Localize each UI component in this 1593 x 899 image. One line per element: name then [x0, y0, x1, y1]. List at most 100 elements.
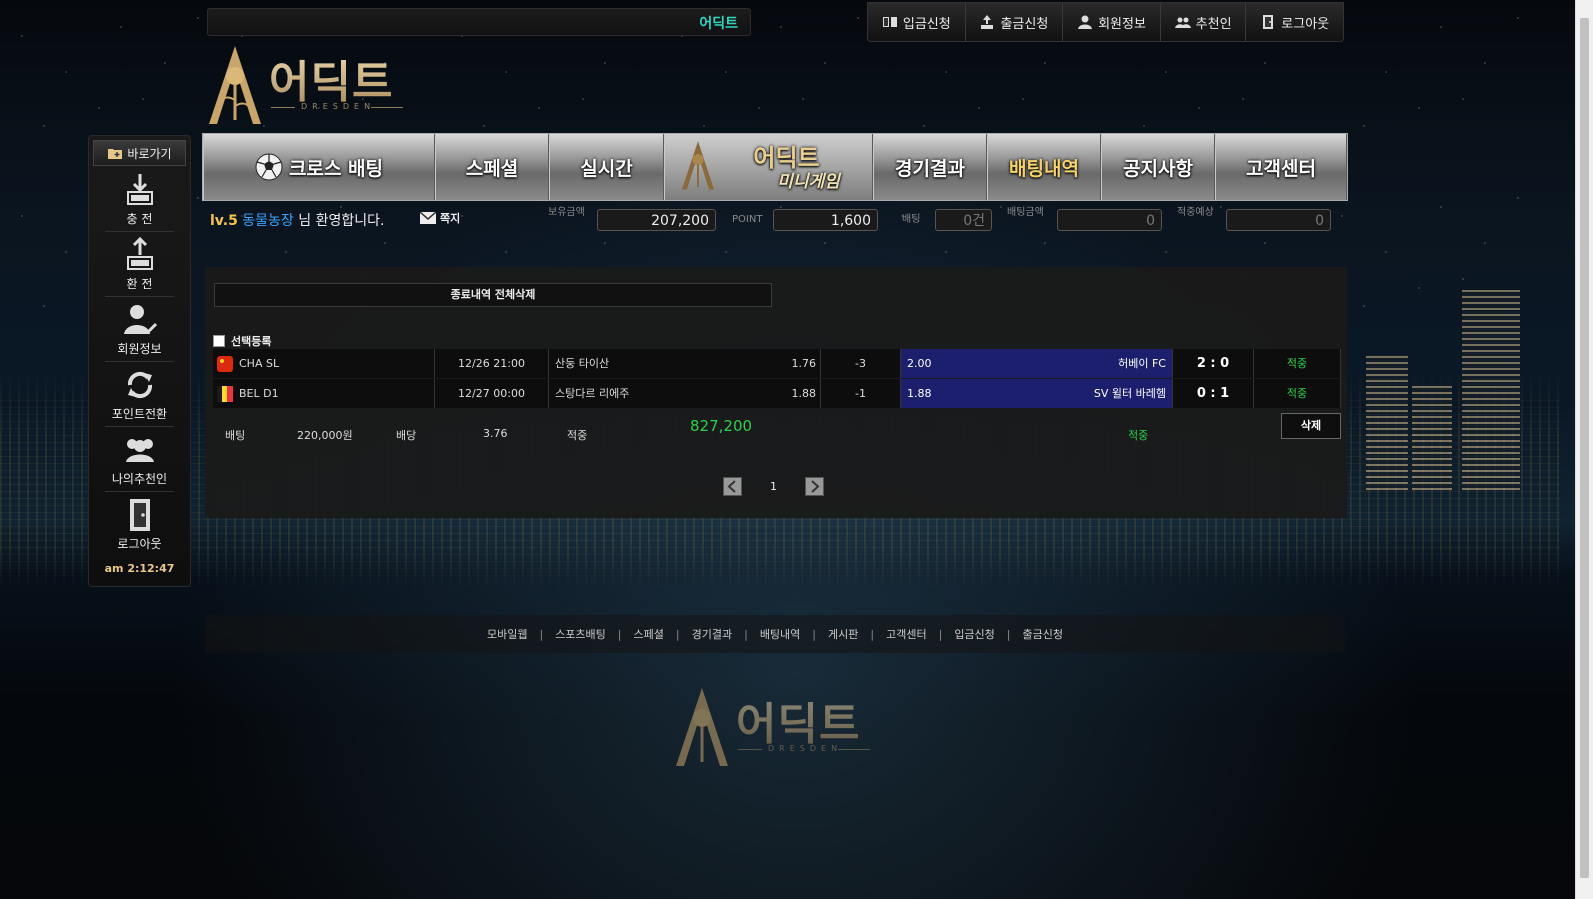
away-team: 허베이 FC — [1118, 357, 1166, 370]
clock: am 2:12:47 — [104, 562, 175, 575]
site-logo[interactable]: 어딕트 DRESDEN — [205, 44, 410, 128]
nav-label: 스페셜 — [465, 157, 519, 180]
rose-emblem-icon — [676, 688, 728, 766]
footer-logo: 어딕트 DRESDEN — [672, 686, 877, 770]
bet-amount-value: 0 — [1057, 209, 1162, 231]
quick-menu-label: 환 전 — [126, 277, 153, 291]
logo-line — [271, 107, 295, 108]
separator: | — [870, 627, 875, 641]
away-odds: 2.00 — [907, 357, 932, 370]
china-flag-icon — [217, 356, 233, 372]
footer-link-sports[interactable]: 스포츠배팅 — [555, 626, 606, 642]
top-menu-referrer[interactable]: 추천인 — [1161, 3, 1247, 41]
message-button[interactable]: 쪽지 — [420, 210, 460, 226]
footer-link-support[interactable]: 고객센터 — [886, 626, 926, 642]
divider — [105, 426, 174, 427]
group-icon — [125, 439, 154, 462]
next-page-button[interactable] — [805, 477, 824, 496]
footer-link-deposit[interactable]: 입금신청 — [954, 626, 994, 642]
match-time: 12/27 00:00 — [435, 379, 549, 408]
footer-link-bet-history[interactable]: 배팅내역 — [760, 626, 800, 642]
logo-subtitle: DRESDEN — [301, 102, 376, 111]
quick-menu-member[interactable]: 회원정보 — [95, 300, 184, 362]
prev-page-button[interactable] — [723, 477, 742, 496]
welcome-suffix: 님 환영합니다. — [298, 213, 385, 229]
summary-odds-label: 배당 — [396, 429, 417, 442]
main-nav: 크로스 배팅 스페셜 실시간 어딕트 미니게임 경기결과 배팅내역 공지사항 고… — [202, 133, 1348, 201]
summary-win-label: 적중 — [567, 429, 588, 442]
footer-link-board[interactable]: 게시판 — [828, 626, 858, 642]
quick-menu-label: 포인트전환 — [111, 407, 168, 421]
nav-notice[interactable]: 공지사항 — [1101, 134, 1215, 200]
nav-minigame[interactable]: 어딕트 미니게임 — [664, 134, 873, 200]
delete-button[interactable]: 삭제 — [1281, 413, 1341, 439]
top-menu-deposit[interactable]: 입금신청 — [868, 3, 966, 41]
door-icon — [1263, 15, 1274, 29]
quick-menu-charge[interactable]: 충 전 — [95, 170, 184, 232]
divider — [105, 491, 174, 492]
separator: | — [744, 627, 748, 641]
quick-menu-exchange[interactable]: 환 전 — [95, 235, 184, 297]
vertical-scrollbar[interactable] — [1575, 0, 1593, 899]
nav-support[interactable]: 고객센터 — [1215, 134, 1347, 200]
quick-menu-logout[interactable]: 로그아웃 — [95, 495, 184, 557]
nav-label: 고객센터 — [1246, 157, 1316, 180]
top-menu-label: 추천인 — [1195, 16, 1232, 32]
user-info-bar: lv.5 동물농장 님 환영합니다. 쪽지 보유금액 207,200 POINT… — [202, 201, 1346, 237]
bet-row: BEL D1 12/27 00:00 스탕다르 리에주 1.88 -1 1.88… — [213, 379, 1341, 408]
withdraw-icon — [981, 15, 994, 29]
logo-text: 어딕트 — [269, 46, 393, 110]
nav-bet-history[interactable]: 배팅내역 — [987, 134, 1101, 200]
current-page[interactable]: 1 — [770, 480, 777, 493]
away-team-cell: 1.88 SV 윌터 바레헴 — [901, 379, 1173, 408]
separator: | — [539, 627, 544, 641]
nav-live[interactable]: 실시간 — [549, 134, 664, 200]
nav-special[interactable]: 스페셜 — [435, 134, 549, 200]
divider — [105, 231, 174, 232]
quick-menu-point-convert[interactable]: 포인트전환 — [95, 365, 184, 427]
logout-icon — [129, 499, 150, 531]
footer-link-withdraw[interactable]: 출금신청 — [1023, 626, 1063, 642]
footer-links: 모바일웹 | 스포츠배팅 | 스페셜 | 경기결과 | 배팅내역 | 게시판 | 고객센터 |… — [205, 615, 1345, 653]
match-score: 0 : 1 — [1173, 379, 1254, 408]
away-odds: 1.88 — [907, 387, 932, 400]
quick-menu-label: 나의추천인 — [111, 472, 168, 486]
nav-label: 배팅내역 — [1009, 157, 1079, 180]
footer-link-results[interactable]: 경기결과 — [692, 626, 732, 642]
user-nickname[interactable]: 동물농장 — [242, 213, 294, 229]
nav-results[interactable]: 경기결과 — [873, 134, 987, 200]
nav-label: 경기결과 — [895, 157, 965, 180]
divider — [105, 361, 174, 362]
select-all-checkbox[interactable] — [213, 335, 225, 347]
top-menu-logout[interactable]: 로그아웃 — [1246, 3, 1343, 41]
delete-all-history-button[interactable]: 종료내역 전체삭제 — [214, 283, 772, 307]
bet-row: CHA SL 12/26 21:00 산둥 타이산 1.76 -3 2.00 허… — [213, 349, 1341, 378]
top-menu-label: 출금신청 — [1000, 16, 1049, 32]
site-name[interactable]: 어딕트 — [699, 13, 738, 33]
nav-label: 크로스 배팅 — [288, 157, 383, 180]
point-label: POINT — [732, 214, 763, 225]
quick-menu: 바로가기 충 전 환 전 회원정보 포인트전환 나의추천인 로그아웃 am 2:… — [88, 135, 191, 587]
top-menu-member[interactable]: 회원정보 — [1063, 3, 1161, 41]
logo-line — [838, 749, 870, 750]
scrollbar-thumb[interactable] — [1580, 18, 1589, 878]
home-team: 산둥 타이산 — [555, 357, 610, 370]
envelope-icon — [420, 212, 436, 224]
user-level: lv.5 — [210, 213, 238, 229]
message-label: 쪽지 — [440, 212, 461, 225]
belgium-flag-icon — [217, 386, 233, 402]
footer-logo-subtitle: DRESDEN — [768, 744, 843, 753]
quick-menu-my-referrer[interactable]: 나의추천인 — [95, 430, 184, 492]
bet-count-value: 0건 — [935, 209, 992, 231]
separator: | — [675, 627, 680, 641]
footer-link-mobile[interactable]: 모바일웹 — [487, 626, 527, 642]
bet-amount-label: 배팅금액 — [1007, 207, 1044, 218]
separator: | — [1006, 627, 1011, 641]
top-menu-label: 입금신청 — [902, 16, 951, 32]
home-team: 스탕다르 리에주 — [555, 387, 630, 400]
bet-history-panel: 종료내역 전체삭제 선택등록 CHA SL 12/26 21:00 산둥 타이산… — [205, 267, 1347, 518]
nav-cross-betting[interactable]: 크로스 배팅 — [203, 134, 435, 200]
top-menu-withdraw[interactable]: 출금신청 — [966, 3, 1064, 41]
quick-menu-label: 충 전 — [126, 212, 153, 226]
footer-link-special[interactable]: 스페셜 — [634, 626, 664, 642]
